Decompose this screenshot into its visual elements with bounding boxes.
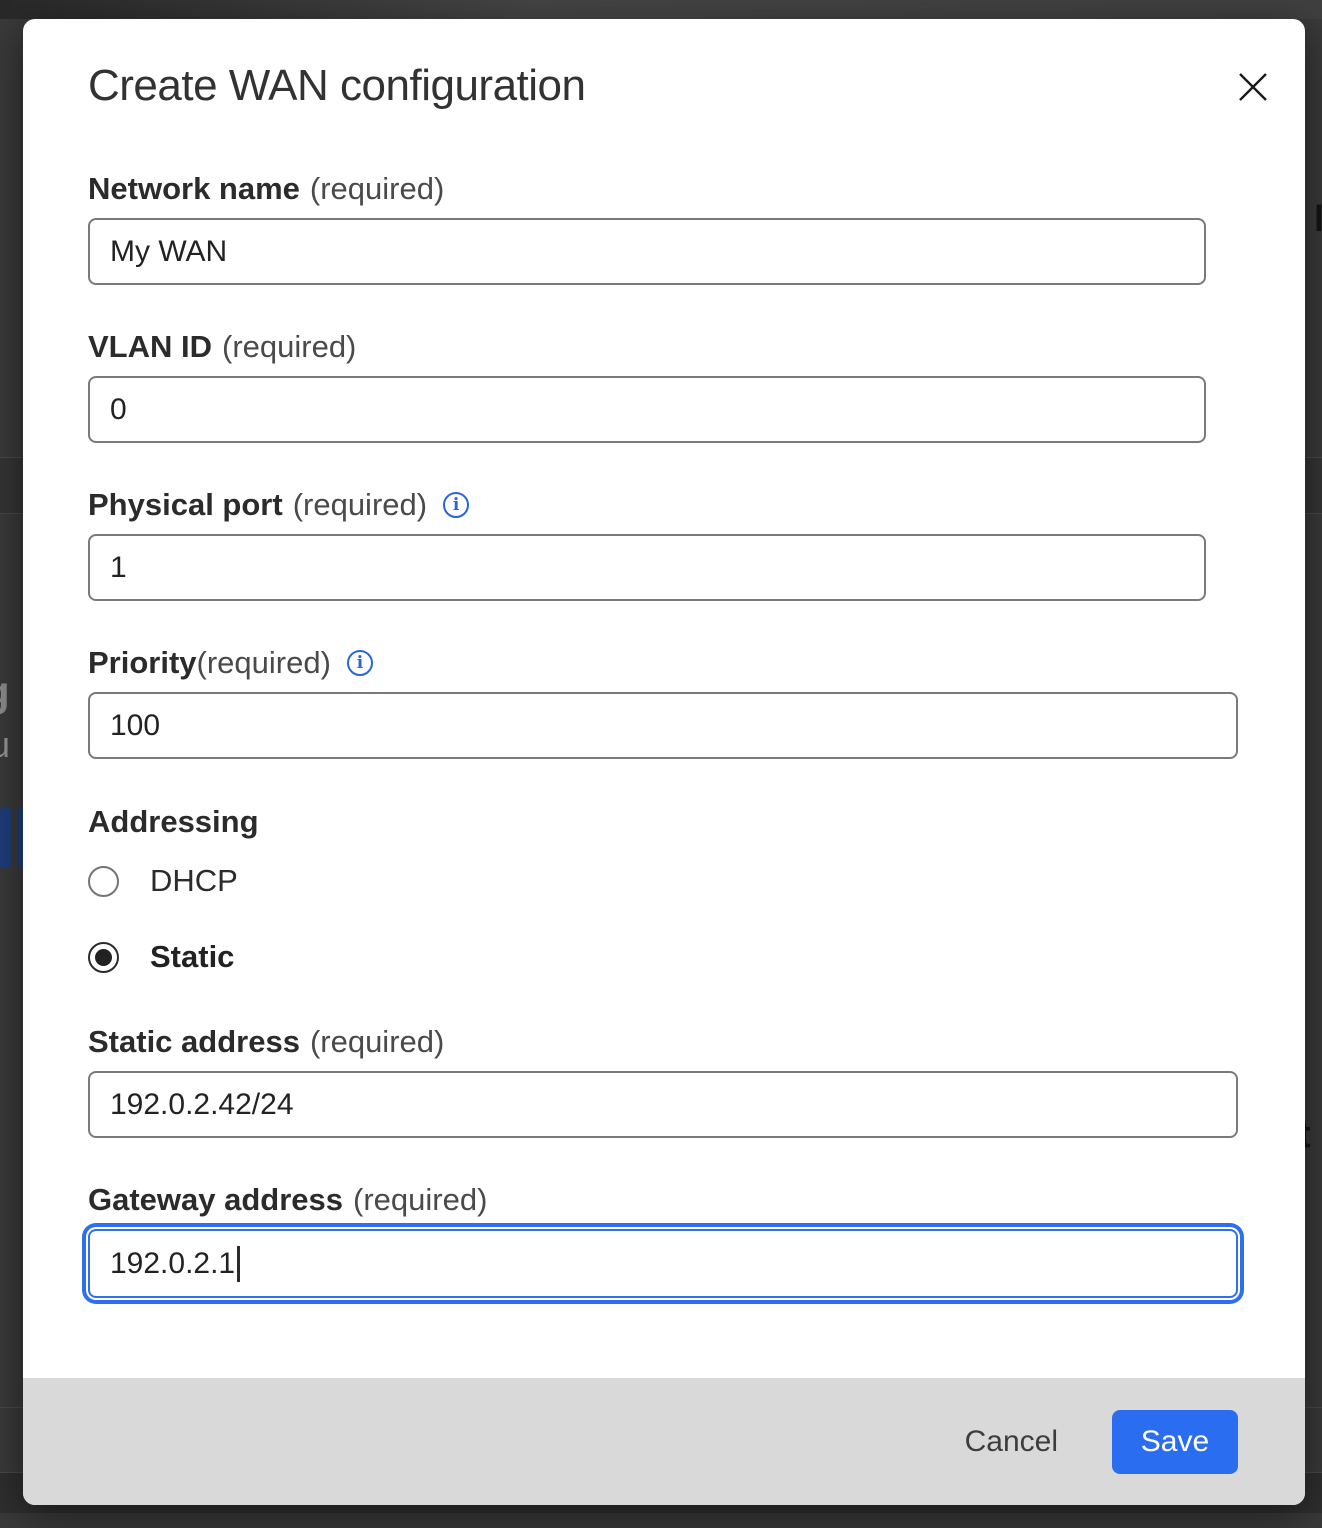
- gateway-address-input[interactable]: 192.0.2.1: [88, 1229, 1238, 1298]
- label-text: Gateway address: [88, 1181, 343, 1219]
- radio-label: Static: [150, 939, 234, 975]
- priority-label: Priority (required) i: [88, 644, 1238, 682]
- close-button[interactable]: [1231, 65, 1275, 109]
- radio-option-dhcp[interactable]: DHCP: [88, 863, 1238, 899]
- label-text: Priority: [88, 644, 197, 682]
- gateway-address-label: Gateway address (required): [88, 1181, 1238, 1219]
- required-hint: (required): [222, 328, 356, 366]
- required-hint: (required): [293, 486, 427, 524]
- backdrop-blue-button-fragment: [0, 808, 11, 868]
- radio-option-static[interactable]: Static: [88, 939, 1238, 975]
- required-hint: (required): [353, 1181, 487, 1219]
- dialog-body: Create WAN configuration Network name (r…: [23, 19, 1305, 1378]
- radio-label: DHCP: [150, 863, 238, 899]
- dialog-title: Create WAN configuration: [88, 60, 1238, 112]
- physical-port-input[interactable]: [88, 534, 1206, 601]
- required-hint: (required): [310, 1023, 444, 1061]
- static-address-input[interactable]: [88, 1071, 1238, 1138]
- required-hint: (required): [310, 170, 444, 208]
- radio-selected-icon[interactable]: [88, 942, 119, 973]
- create-wan-dialog: Create WAN configuration Network name (r…: [23, 19, 1305, 1505]
- backdrop-text-fragment: u: [0, 724, 10, 766]
- required-hint: (required): [197, 644, 331, 682]
- static-address-label: Static address (required): [88, 1023, 1238, 1061]
- radio-unselected-icon[interactable]: [88, 866, 119, 897]
- label-text: Static address: [88, 1023, 300, 1061]
- network-name-label: Network name (required): [88, 170, 1238, 208]
- gateway-address-value: 192.0.2.1: [110, 1247, 235, 1281]
- addressing-heading: Addressing: [88, 803, 1238, 841]
- vlan-id-input[interactable]: [88, 376, 1206, 443]
- label-text: Physical port: [88, 486, 283, 524]
- cancel-button[interactable]: Cancel: [961, 1417, 1062, 1467]
- physical-port-label: Physical port (required) i: [88, 486, 1238, 524]
- dialog-footer: Cancel Save: [23, 1378, 1305, 1505]
- priority-input[interactable]: [88, 692, 1238, 759]
- save-button[interactable]: Save: [1112, 1410, 1238, 1474]
- network-name-input[interactable]: [88, 218, 1206, 285]
- vlan-id-label: VLAN ID (required): [88, 328, 1238, 366]
- label-text: VLAN ID: [88, 328, 212, 366]
- backdrop-page-header: [0, 0, 1322, 19]
- info-icon[interactable]: i: [443, 492, 469, 518]
- label-text: Network name: [88, 170, 300, 208]
- radio-dot: [95, 949, 112, 966]
- backdrop-text-fragment: g: [0, 668, 10, 716]
- text-caret: [237, 1246, 240, 1282]
- close-icon: [1236, 70, 1270, 104]
- info-icon[interactable]: i: [347, 650, 373, 676]
